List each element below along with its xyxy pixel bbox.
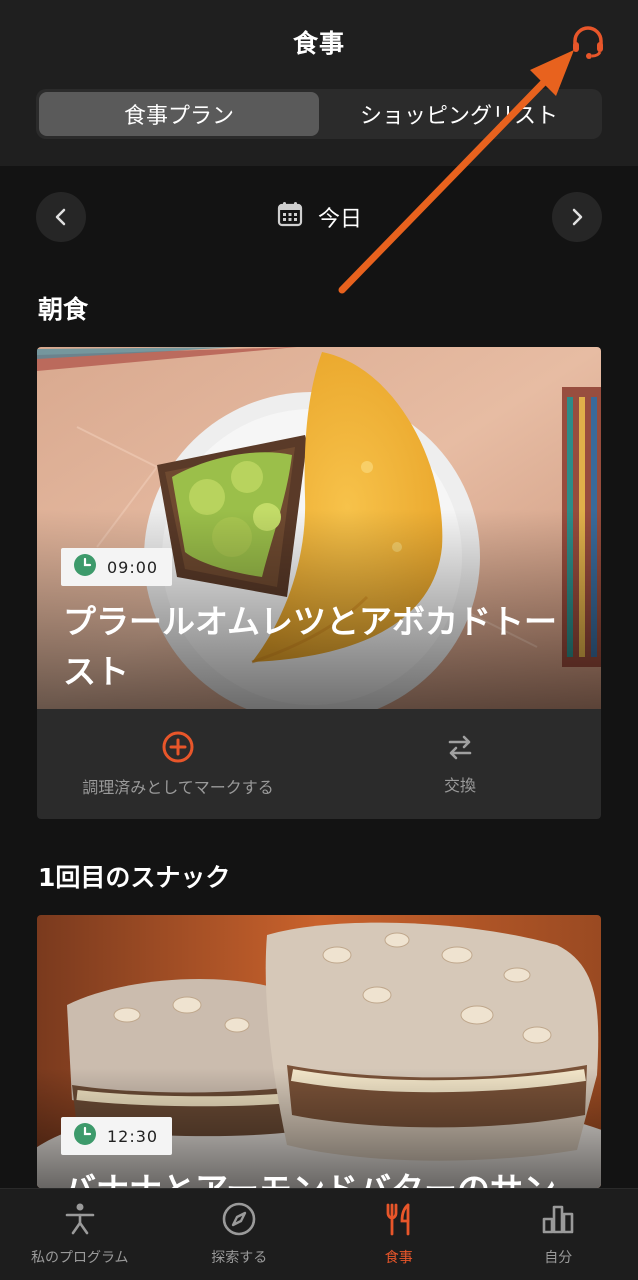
meal-title[interactable]: バナナとアーモンドバターのサン <box>63 1165 583 1188</box>
meal-actions: 調理済みとしてマークする 交換 <box>37 709 601 819</box>
tab-label: 自分 <box>544 1250 573 1266</box>
meal-image[interactable]: 09:00 プラールオムレツとアボカドトースト <box>37 347 601 709</box>
compass-icon <box>221 1201 257 1241</box>
section-title-snack: 1回目のスナック <box>38 863 231 892</box>
swap-label: 交換 <box>443 776 476 795</box>
date-label: 今日 <box>317 207 362 232</box>
tab-meals[interactable]: 食事 <box>319 1189 479 1280</box>
bottom-tab-bar: 私のプログラム 探索する 食事 自分 <box>0 1188 638 1280</box>
tab-label: 私のプログラム <box>30 1250 129 1266</box>
bar-chart-icon <box>540 1201 576 1241</box>
meal-time: 12:30 <box>107 1126 159 1146</box>
header: 食事 食事プラン ショッピングリスト <box>0 0 638 166</box>
clock-icon <box>73 553 97 581</box>
calendar-icon <box>276 200 304 234</box>
headset-icon[interactable] <box>568 22 608 62</box>
meal-card-snack[interactable]: 12:30 バナナとアーモンドバターのサン <box>37 915 601 1188</box>
tab-label: 食事 <box>384 1250 413 1266</box>
meal-time: 09:00 <box>107 557 159 577</box>
plus-circle-icon <box>161 730 195 768</box>
time-badge: 09:00 <box>61 548 173 586</box>
tab-shopping-list[interactable]: ショッピングリスト <box>319 92 599 136</box>
exercise-icon <box>62 1201 98 1241</box>
tab-my-program[interactable]: 私のプログラム <box>0 1189 160 1280</box>
tab-me[interactable]: 自分 <box>479 1189 638 1280</box>
chevron-right-icon[interactable] <box>552 192 602 242</box>
meal-image[interactable]: 12:30 バナナとアーモンドバターのサン <box>37 915 601 1188</box>
mark-cooked-label: 調理済みとしてマークする <box>82 778 274 797</box>
tab-explore[interactable]: 探索する <box>160 1189 320 1280</box>
time-badge: 12:30 <box>61 1117 173 1155</box>
mark-cooked-button[interactable]: 調理済みとしてマークする <box>37 709 319 819</box>
section-title-breakfast: 朝食 <box>38 295 89 324</box>
segmented-control: 食事プラン ショッピングリスト <box>36 89 602 139</box>
page-title: 食事 <box>292 29 345 58</box>
clock-icon <box>73 1122 97 1150</box>
meal-title[interactable]: プラールオムレツとアボカドトースト <box>63 597 583 697</box>
date-navigation: 今日 <box>36 192 602 244</box>
date-selector[interactable]: 今日 <box>36 200 602 234</box>
swap-button[interactable]: 交換 <box>319 709 601 819</box>
tab-meal-plan[interactable]: 食事プラン <box>39 92 319 136</box>
fork-knife-icon <box>381 1201 417 1241</box>
swap-icon <box>445 732 475 766</box>
tab-label: 探索する <box>211 1250 268 1266</box>
meal-card-breakfast[interactable]: 09:00 プラールオムレツとアボカドトースト 調理済みとしてマークする 交換 <box>37 347 601 819</box>
